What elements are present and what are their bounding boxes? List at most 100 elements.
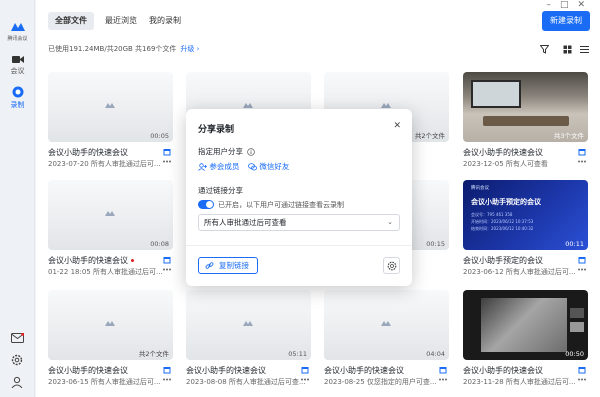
card-thumbnail[interactable]: 共3个文件 bbox=[463, 72, 588, 142]
card-meta: 2023-08-08 所有人审批通过后可查... bbox=[186, 378, 306, 386]
wechat-share-button[interactable]: 微信好友 bbox=[248, 161, 289, 172]
storage-text: 已使用191.24MB/共20GB 共169个文件 bbox=[48, 45, 177, 53]
calendar-icon bbox=[163, 367, 171, 374]
duration-badge: 00:08 bbox=[150, 240, 169, 248]
card-title: 会议小助手的快速会议 bbox=[463, 148, 543, 157]
mail-icon[interactable] bbox=[11, 333, 24, 343]
screen-share-image bbox=[481, 298, 567, 352]
sidebar-item-recording[interactable]: 录制 bbox=[0, 86, 35, 110]
permission-select-value: 所有人审批通过后可查看 bbox=[204, 218, 287, 227]
more-icon[interactable] bbox=[163, 378, 171, 381]
calendar-icon bbox=[439, 367, 447, 374]
link-share-toggle[interactable] bbox=[198, 200, 214, 209]
link-share-description: 已开启，以下用户可通过链接查看云录制 bbox=[218, 201, 344, 209]
more-icon[interactable] bbox=[163, 268, 171, 271]
more-icon[interactable] bbox=[578, 160, 586, 163]
calendar-icon bbox=[578, 367, 586, 374]
more-icon[interactable] bbox=[578, 268, 586, 271]
brand-label: 腾讯会议 bbox=[7, 36, 28, 42]
card-thumbnail[interactable]: 00:05 bbox=[48, 72, 173, 142]
card-thumbnail[interactable]: 00:50 bbox=[463, 290, 588, 360]
sidebar-item-recording-label: 录制 bbox=[10, 101, 25, 109]
tencent-meeting-logo-icon bbox=[10, 23, 25, 31]
permission-select[interactable]: 所有人审批通过后可查看 ⌄ bbox=[198, 214, 400, 231]
share-settings-button[interactable] bbox=[383, 257, 400, 274]
duration-badge: 04:04 bbox=[426, 350, 445, 358]
file-count-badge: 共2个文件 bbox=[138, 350, 169, 358]
recording-card[interactable]: 04:04 会议小助手的快速会议 2023-08-25 仅您指定的用户可查... bbox=[324, 290, 449, 386]
card-title-text: 会议小助手的快速会议 bbox=[48, 256, 128, 265]
more-icon[interactable] bbox=[163, 160, 171, 163]
new-dot-icon bbox=[131, 259, 134, 262]
storage-info: 已使用191.24MB/共20GB 共169个文件 升级 › bbox=[48, 44, 199, 54]
participant-tile bbox=[570, 322, 584, 332]
tab-all-files[interactable]: 全部文件 bbox=[48, 12, 94, 30]
recording-card[interactable]: 05:11 会议小助手的快速会议 2023-08-08 所有人审批通过后可查..… bbox=[186, 290, 311, 386]
duration-badge: 00:11 bbox=[565, 240, 584, 248]
recording-card[interactable]: 共2个文件 会议小助手的快速会议 2023-06-15 所有人审批通过后可... bbox=[48, 290, 173, 386]
new-recording-button[interactable]: 新建录制 bbox=[542, 11, 590, 31]
add-participants-label: 参会成员 bbox=[209, 162, 240, 171]
thumb-brand: 腾讯会议 bbox=[471, 186, 489, 191]
card-thumbnail[interactable]: 共2个文件 bbox=[48, 290, 173, 360]
participant-tile bbox=[570, 308, 584, 318]
link-share-label: 通过链接分享 bbox=[198, 186, 243, 195]
file-count-badge: 共3个文件 bbox=[553, 132, 584, 140]
file-count-badge: 共2个文件 bbox=[414, 132, 445, 140]
window-controls[interactable]: –□✕ bbox=[546, 0, 594, 10]
card-title: 会议小助手的快速会议 bbox=[48, 366, 128, 375]
duration-badge: 00:15 bbox=[426, 240, 445, 248]
dialog-title: 分享录制 bbox=[198, 125, 235, 135]
office-window-image bbox=[471, 80, 521, 108]
section-label: 指定用户分享 bbox=[198, 147, 243, 156]
card-meta: 2023-06-12 所有人审批通过后可... bbox=[463, 268, 576, 276]
card-thumbnail[interactable]: 04:04 bbox=[324, 290, 449, 360]
grid-view-icon[interactable] bbox=[563, 45, 572, 54]
meeting-logo-icon bbox=[105, 103, 115, 108]
card-meta: 2023-11-28 所有人审批通过后可... bbox=[463, 378, 576, 386]
settings-icon bbox=[387, 261, 397, 271]
recording-card[interactable]: 00:05 会议小助手的快速会议 2023-07-20 所有人审批通过后可... bbox=[48, 72, 173, 168]
card-thumbnail[interactable]: 05:11 bbox=[186, 290, 311, 360]
camera-icon bbox=[11, 56, 24, 63]
specific-users-section: 指定用户分享 bbox=[198, 146, 256, 157]
meeting-logo-icon bbox=[243, 103, 253, 108]
recording-card[interactable]: 00:50 会议小助手的快速会议 2023-11-28 所有人审批通过后可... bbox=[463, 290, 588, 386]
close-icon[interactable]: ✕ bbox=[393, 121, 401, 131]
recording-card[interactable]: 共3个文件 会议小助手的快速会议 2023-12-05 所有人可查看 bbox=[463, 72, 588, 168]
upgrade-link[interactable]: 升级 › bbox=[180, 45, 199, 53]
user-icon[interactable] bbox=[11, 376, 23, 388]
card-title: 会议小助手预定的会议 bbox=[463, 256, 543, 265]
card-meta: 2023-06-15 所有人审批通过后可... bbox=[48, 378, 161, 386]
calendar-icon bbox=[301, 367, 309, 374]
office-table-image bbox=[483, 116, 569, 126]
card-thumbnail[interactable]: 00:08 bbox=[48, 180, 173, 250]
card-thumbnail[interactable]: 腾讯会议 会议小助手预定的会议 会议号：795 461 358 开始时间：202… bbox=[463, 180, 588, 250]
view-tools bbox=[540, 45, 590, 57]
card-meta: 01-22 18:05 所有人审批通过后可... bbox=[48, 268, 163, 276]
add-participants-button[interactable]: 参会成员 bbox=[198, 161, 239, 172]
list-view-icon[interactable] bbox=[580, 45, 589, 54]
info-icon[interactable] bbox=[247, 148, 256, 156]
meeting-logo-icon bbox=[381, 103, 391, 108]
tab-my-recordings[interactable]: 我的录制 bbox=[142, 12, 188, 30]
more-icon[interactable] bbox=[439, 378, 447, 381]
card-meta: 2023-12-05 所有人可查看 bbox=[463, 160, 548, 168]
filter-icon[interactable] bbox=[540, 45, 549, 54]
card-title: 会议小助手的快速会议 bbox=[186, 366, 266, 375]
sidebar: 腾讯会议 会议 录制 bbox=[0, 0, 35, 397]
duration-badge: 00:50 bbox=[565, 350, 584, 358]
card-title: 会议小助手的快速会议 bbox=[48, 148, 128, 157]
more-icon[interactable] bbox=[578, 378, 586, 381]
duration-badge: 00:05 bbox=[150, 132, 169, 140]
brand-logo: 腾讯会议 bbox=[0, 22, 35, 42]
recording-card[interactable]: 00:08 会议小助手的快速会议 01-22 18:05 所有人审批通过后可..… bbox=[48, 180, 173, 276]
calendar-icon bbox=[163, 149, 171, 156]
calendar-icon bbox=[578, 257, 586, 264]
copy-link-button[interactable]: 复制链接 bbox=[198, 257, 258, 274]
more-icon[interactable] bbox=[301, 378, 309, 381]
tab-recent[interactable]: 最近浏览 bbox=[98, 12, 144, 30]
sidebar-item-meeting[interactable]: 会议 bbox=[0, 55, 35, 76]
recording-card[interactable]: 腾讯会议 会议小助手预定的会议 会议号：795 461 358 开始时间：202… bbox=[463, 180, 588, 276]
gear-icon[interactable] bbox=[11, 354, 23, 366]
